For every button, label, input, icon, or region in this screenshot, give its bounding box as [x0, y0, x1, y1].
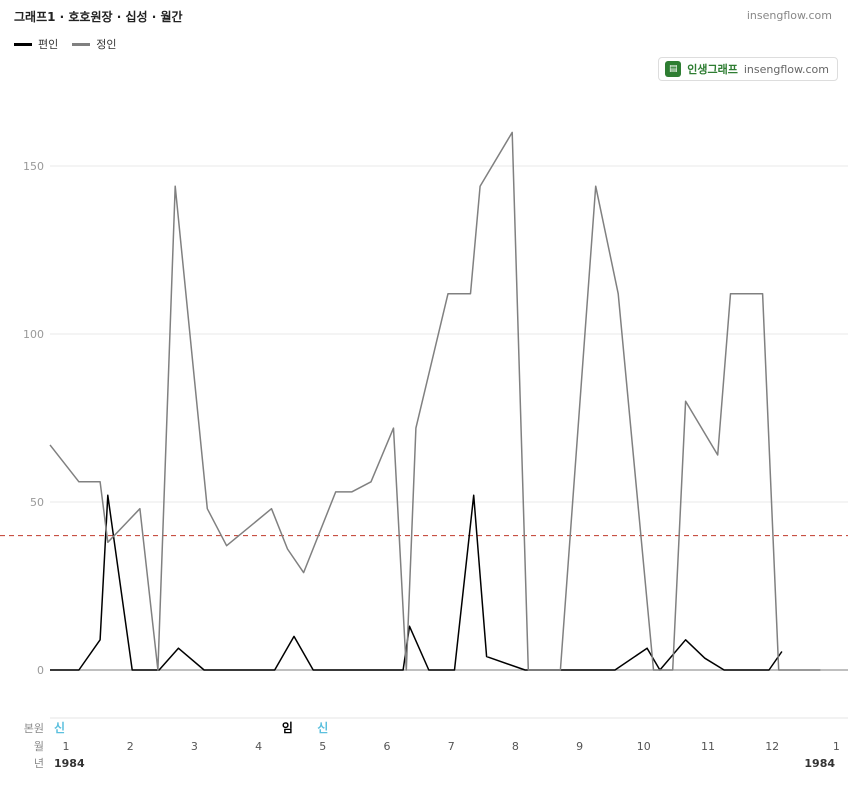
y-tick-label-100: 100 — [23, 328, 44, 341]
x-tick-label-month-6: 7 — [448, 740, 455, 753]
x-tick-label-month-8: 9 — [576, 740, 583, 753]
series-line-2[interactable] — [49, 131, 821, 671]
x-tick-label-month-3: 4 — [255, 740, 262, 753]
x-tick-label-month-10: 11 — [701, 740, 715, 753]
x-tick-label-month-2: 3 — [191, 740, 198, 753]
x-tick-label-month-1: 2 — [127, 740, 134, 753]
series-line-1[interactable] — [50, 494, 783, 671]
x-tick-label-month-9: 10 — [637, 740, 651, 753]
row-label-1: 월 — [34, 740, 44, 753]
annotation-2: 신 — [317, 720, 328, 735]
annotation-0: 신 — [54, 720, 65, 735]
y-tick-label-50: 50 — [30, 496, 44, 509]
x-tick-label-month-4: 5 — [319, 740, 326, 753]
x-tick-label-year-1: 1984 — [804, 757, 835, 770]
x-tick-label-month-12: 1 — [833, 740, 840, 753]
row-label-0: 본원 — [24, 722, 44, 735]
y-tick-label-0: 0 — [37, 664, 44, 677]
x-tick-label-month-0: 1 — [63, 740, 70, 753]
line-chart: 050100150본원월년신 임 신1 2 3 4 5 6 7 8 9 10 11 12 11984 1984 — [0, 131, 848, 770]
row-label-2: 년 — [34, 757, 44, 770]
y-tick-label-150: 150 — [23, 160, 44, 173]
x-tick-label-year-0: 1984 — [54, 757, 85, 770]
x-tick-label-month-11: 12 — [765, 740, 779, 753]
x-tick-label-month-5: 6 — [384, 740, 391, 753]
annotation-1: 임 — [282, 721, 293, 735]
x-tick-label-month-7: 8 — [512, 740, 519, 753]
